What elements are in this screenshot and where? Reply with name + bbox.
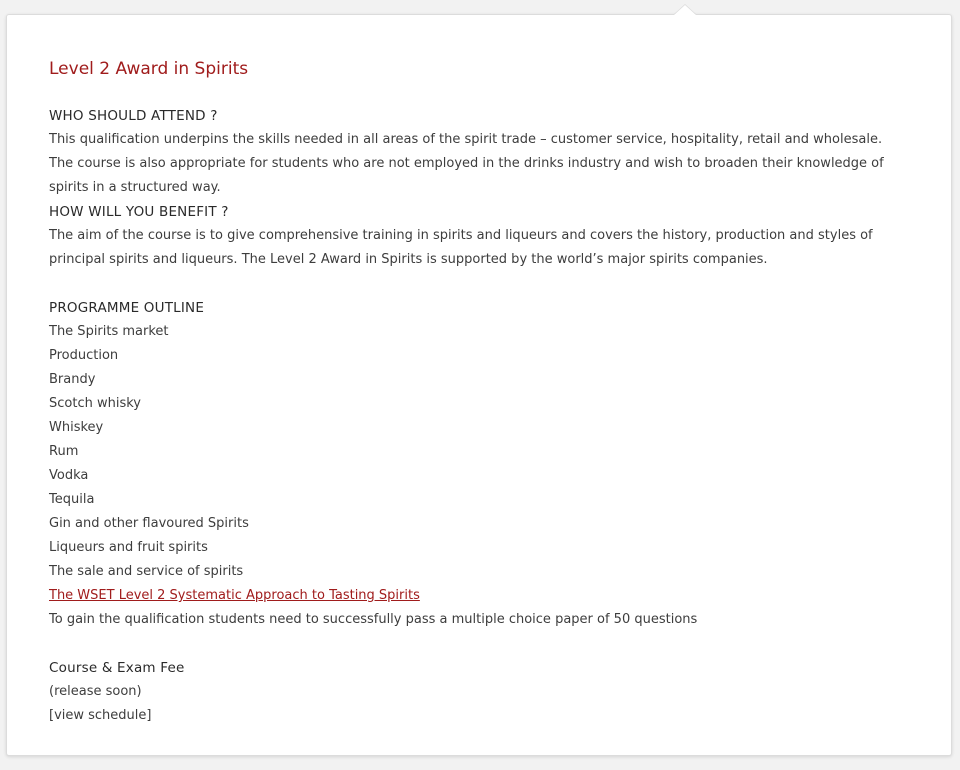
outline-item: Rum	[49, 444, 79, 459]
tasting-approach-link[interactable]: The WSET Level 2 Systematic Approach to …	[49, 588, 420, 603]
qualification-note: To gain the qualification students need …	[49, 612, 698, 627]
content-panel: Level 2 Award in Spirits WHO SHOULD ATTE…	[6, 5, 952, 756]
programme-outline-list: The Spirits market Production Brandy Sco…	[49, 320, 909, 584]
outline-item: Scotch whisky	[49, 396, 141, 411]
who-should-attend-text: This qualification underpins the skills …	[49, 132, 884, 195]
outline-item: Whiskey	[49, 420, 104, 435]
fee-status: (release soon)	[49, 684, 142, 699]
tasting-approach-link-row: The WSET Level 2 Systematic Approach to …	[49, 584, 909, 608]
programme-outline-section: PROGRAMME OUTLINE The Spirits market Pro…	[49, 296, 909, 632]
who-should-attend-heading: WHO SHOULD ATTEND ?	[49, 108, 218, 124]
page-title: Level 2 Award in Spirits	[49, 59, 249, 79]
outline-item: Brandy	[49, 372, 96, 387]
who-should-attend-section: WHO SHOULD ATTEND ? This qualification u…	[49, 104, 909, 200]
outline-item: Production	[49, 348, 119, 363]
course-fee-section: Course & Exam Fee (release soon) [view s…	[49, 656, 909, 728]
outline-item: Gin and other flavoured Spirits	[49, 516, 249, 531]
how-will-you-benefit-heading: HOW WILL YOU BENEFIT ?	[49, 204, 229, 220]
outline-item: Liqueurs and fruit spirits	[49, 540, 208, 555]
course-fee-heading: Course & Exam Fee	[49, 660, 185, 676]
outline-item: Vodka	[49, 468, 89, 483]
outline-item: The sale and service of spirits	[49, 564, 244, 579]
programme-outline-heading: PROGRAMME OUTLINE	[49, 300, 205, 316]
outline-item: Tequila	[49, 492, 95, 507]
view-schedule-link[interactable]: [view schedule]	[49, 704, 909, 728]
panel-pointer-inner	[674, 5, 696, 15]
how-will-you-benefit-text: The aim of the course is to give compreh…	[49, 228, 873, 267]
how-will-you-benefit-section: HOW WILL YOU BENEFIT ? The aim of the co…	[49, 200, 909, 272]
outline-item: The Spirits market	[49, 324, 169, 339]
